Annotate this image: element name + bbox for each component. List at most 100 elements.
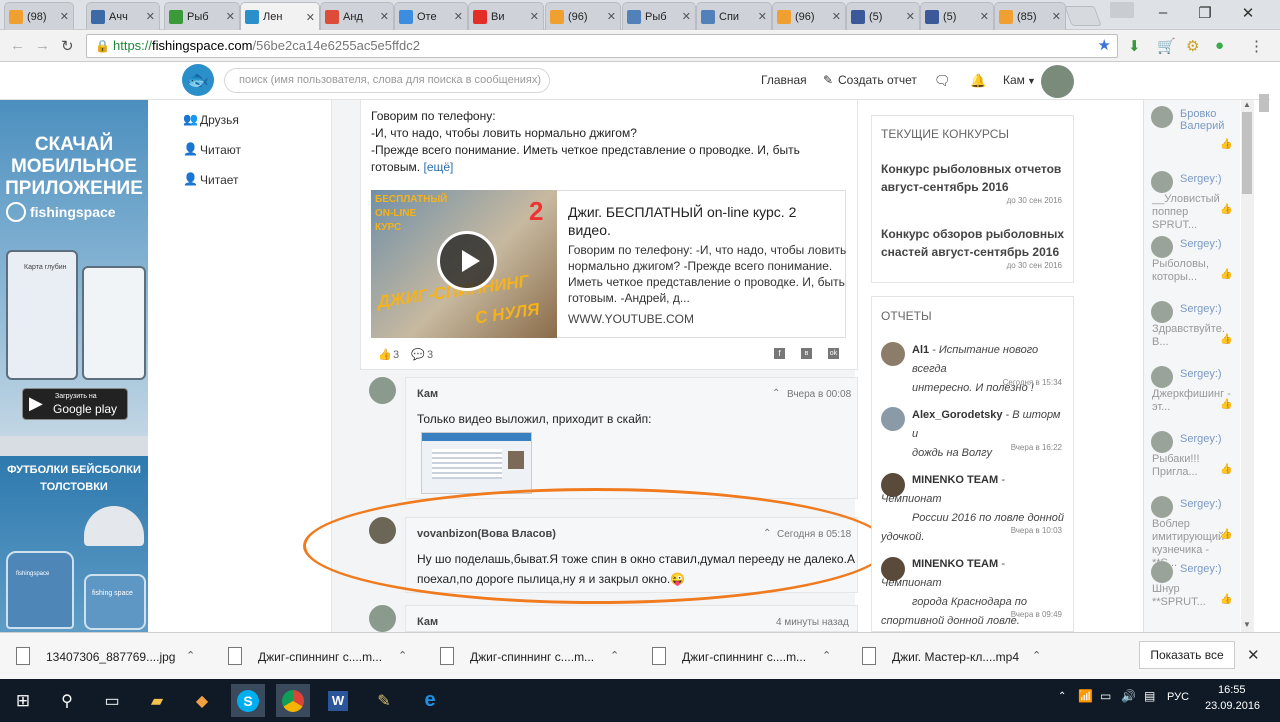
comment-screenshot[interactable] [421,432,532,494]
browser-tab[interactable]: (98) ✕ [4,2,74,30]
activity-avatar[interactable] [1151,561,1173,583]
nav-friends[interactable]: Друзья [200,113,239,127]
restore-icon[interactable]: ❐ [1190,4,1220,22]
network-icon[interactable]: 📶 [1078,689,1093,703]
google-play-badge[interactable]: ▶ Загрузить на Google play [22,388,128,420]
browser-tab[interactable]: Рыб ✕ [622,2,696,30]
tab-close-icon[interactable]: ✕ [146,10,155,23]
tab-close-icon[interactable]: ✕ [530,10,539,23]
browser-tab[interactable]: (5) ✕ [920,2,994,30]
tab-close-icon[interactable]: ✕ [306,11,315,24]
download-filename[interactable]: 13407306_887769....jpg [46,650,175,664]
video-file-icon[interactable] [862,647,876,665]
browser-tab[interactable]: Оте ✕ [394,2,468,30]
video-file-icon[interactable] [228,647,242,665]
browser-tab[interactable]: (5) ✕ [846,2,920,30]
tab-close-icon[interactable]: ✕ [60,10,69,23]
browser-tab[interactable]: Спи ✕ [696,2,772,30]
volume-icon[interactable]: 🔊 [1121,689,1136,703]
activity-like-icon[interactable]: 👍 [1220,269,1232,280]
show-all-downloads-button[interactable]: Показать все [1139,641,1235,669]
collapse-icon[interactable]: ⌃ [772,388,780,399]
profile-icon[interactable] [1110,2,1134,18]
messages-icon[interactable]: 🗨 [934,73,951,89]
search-input[interactable]: поиск (имя пользователя, слова для поиск… [224,68,550,93]
download-options-icon[interactable]: ⌃ [186,649,195,662]
friends-icon[interactable]: 👥 [183,112,198,126]
search-icon[interactable]: ⚲ [50,684,84,717]
activity-like-icon[interactable]: 👍 [1220,464,1232,475]
nav-create-report-link[interactable]: Создать отчет [838,73,917,87]
chrome-menu-icon[interactable]: ⋮ [1249,37,1264,55]
download-options-icon[interactable]: ⌃ [610,649,619,662]
browser-tab[interactable]: Лен ✕ [240,2,320,31]
browser-tab[interactable]: Ачч ✕ [86,2,160,30]
nav-followers[interactable]: Читают [200,143,241,157]
close-window-icon[interactable]: ✕ [1233,4,1263,22]
edge-icon[interactable]: e [413,684,447,717]
activity-like-icon[interactable]: 👍 [1220,334,1232,345]
extension-g-icon[interactable]: ● [1215,37,1224,54]
download-options-icon[interactable]: ⌃ [822,649,831,662]
activity-user[interactable]: Sergey:) [1180,433,1234,445]
skype-icon[interactable]: S [231,684,265,717]
word-icon[interactable]: W [321,684,355,717]
page-scrollbar-thumb[interactable] [1259,94,1269,112]
comment-icon[interactable]: 💬 [411,348,425,361]
extension-gear-icon[interactable]: ⚙ [1186,37,1199,55]
activity-user[interactable]: Sergey:) [1180,238,1234,250]
ok-share-icon[interactable]: ok [828,348,839,359]
activity-user[interactable]: Sergey:) [1180,173,1234,185]
url-input[interactable]: 🔒 https://fishingspace.com/56be2ca14e625… [86,34,1118,58]
download-options-icon[interactable]: ⌃ [1032,649,1041,662]
merch-ad[interactable]: ФУТБОЛКИ БЕЙСБОЛКИ ТОЛСТОВКИ fishingspac… [0,456,148,632]
tab-close-icon[interactable]: ✕ [1052,10,1061,23]
video-file-icon[interactable] [440,647,454,665]
paint-icon[interactable]: ✎ [367,684,401,717]
comment-author[interactable]: Кам [417,616,438,628]
tab-close-icon[interactable]: ✕ [607,10,616,23]
scroll-down-icon[interactable]: ▼ [1243,620,1251,629]
facebook-share-icon[interactable]: f [774,348,785,359]
read-more-link[interactable]: [ещё] [424,160,454,174]
contest-link[interactable]: Конкурс рыболовных отчетов август-сентябр… [881,160,1061,196]
browser-tab[interactable]: (96) ✕ [772,2,846,30]
task-view-icon[interactable]: ▭ [95,684,129,717]
tab-close-icon[interactable]: ✕ [832,10,841,23]
contest-link[interactable]: Конкурс обзоров рыболовных снастей август… [881,225,1064,261]
download-filename[interactable]: Джиг-спиннинг с....m... [682,650,806,664]
chrome-icon[interactable] [276,684,310,717]
scroll-up-icon[interactable]: ▲ [1243,100,1251,109]
embed-title-1[interactable]: Джиг. БЕСПЛАТНЫЙ on-line курс. 2 [568,204,796,220]
fishingspace-logo[interactable]: 🐟 [182,64,214,96]
report-item[interactable]: MINENKO TEAM - Чемпионат России 2016 по л… [881,471,1066,547]
comment-author[interactable]: Кам [417,388,438,400]
browser-tab[interactable]: (96) ✕ [545,2,621,30]
activity-avatar[interactable] [1151,366,1173,388]
image-file-icon[interactable] [16,647,30,665]
activity-avatar[interactable] [1151,496,1173,518]
create-report-icon[interactable]: ✎ [823,73,833,87]
tab-close-icon[interactable]: ✕ [906,10,915,23]
bookmark-star-icon[interactable]: ★ [1098,35,1111,57]
clock-date[interactable]: 23.09.2016 [1205,700,1260,712]
action-center-icon[interactable]: ▤ [1144,689,1155,703]
tab-close-icon[interactable]: ✕ [226,10,235,23]
nav-following[interactable]: Читает [200,173,239,187]
comment-avatar[interactable] [369,605,396,632]
like-icon[interactable]: 👍 [378,348,392,361]
play-icon[interactable] [437,231,497,291]
extension-cart-icon[interactable]: 🛒 [1157,37,1176,55]
activity-avatar[interactable] [1151,301,1173,323]
activity-avatar[interactable] [1151,431,1173,453]
user-avatar[interactable] [1041,65,1074,98]
tab-close-icon[interactable]: ✕ [380,10,389,23]
browser-tab[interactable]: Ви ✕ [468,2,544,30]
mobile-app-ad[interactable]: СКАЧАЙ МОБИЛЬНОЕ ПРИЛОЖЕНИЕ fishingspace… [0,100,148,436]
language-indicator[interactable]: РУС [1167,691,1189,703]
activity-avatar[interactable] [1151,236,1173,258]
report-item[interactable]: MINENKO TEAM - Чемпионат города Краснодар… [881,555,1066,631]
clock-time[interactable]: 16:55 [1218,684,1246,696]
close-downloads-icon[interactable]: ✕ [1247,646,1260,664]
extension-download-icon[interactable]: ⬇ [1128,37,1141,55]
